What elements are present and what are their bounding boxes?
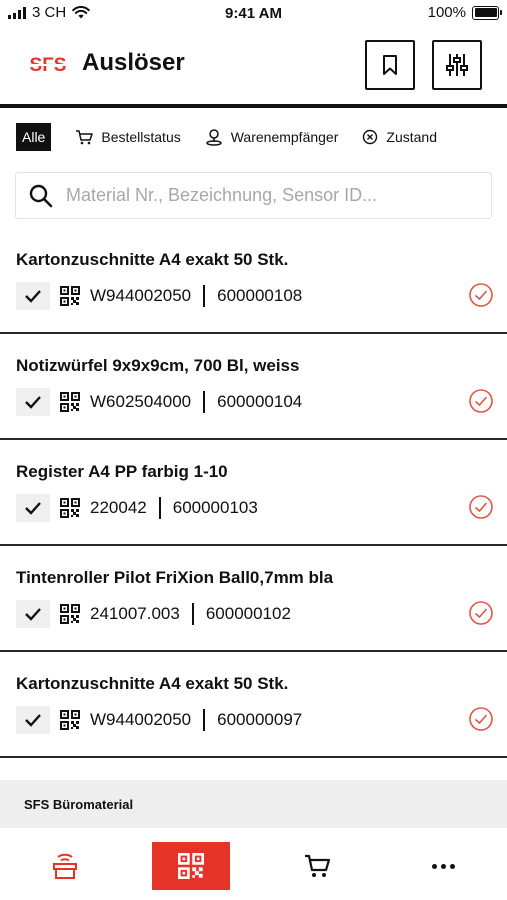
item-material-number: W602504000 — [90, 392, 192, 411]
item-id: 600000108 — [217, 286, 303, 305]
filter-bar: Alle Bestellstatus Warenempfänger Zustan… — [16, 122, 437, 152]
filter-order-status-label: Bestellstatus — [101, 129, 181, 145]
item-meta: 241007.003 600000102 — [16, 600, 291, 628]
checkmark-icon — [16, 388, 50, 416]
filter-button[interactable] — [432, 40, 482, 90]
checkmark-icon — [16, 282, 50, 310]
checkmark-icon — [16, 706, 50, 734]
qr-code-icon — [60, 392, 80, 412]
qr-code-icon — [60, 710, 80, 730]
group-header: SFS Büromaterial — [0, 780, 507, 828]
nav-cart[interactable] — [282, 842, 352, 890]
search-box — [15, 172, 492, 219]
filter-recipient[interactable]: Warenempfänger — [205, 128, 339, 146]
filter-state[interactable]: Zustand — [362, 129, 437, 145]
battery-icon — [472, 5, 502, 20]
item-material-number: 241007.003 — [90, 604, 180, 623]
location-pin-icon — [205, 129, 222, 146]
nav-sensors[interactable] — [30, 842, 100, 890]
separator — [203, 285, 206, 307]
item-meta: W944002050 600000097 — [16, 706, 302, 734]
list-item[interactable]: Tintenroller Pilot FriXion Ball0,7mm bla… — [0, 546, 507, 652]
qr-code-icon — [60, 604, 80, 624]
item-id: 600000103 — [172, 498, 258, 517]
page-title: Auslöser — [82, 49, 185, 76]
sliders-icon — [446, 54, 468, 76]
checkmark-icon — [16, 600, 50, 628]
sensor-box-icon — [53, 853, 77, 879]
nav-scan[interactable] — [152, 842, 230, 890]
item-title: Register A4 PP farbig 1-10 — [16, 462, 228, 481]
item-title: Notizwürfel 9x9x9cm, 700 Bl, weiss — [16, 356, 300, 375]
bookmark-icon — [383, 55, 397, 75]
item-title: Tintenroller Pilot FriXion Ball0,7mm bla — [16, 568, 334, 587]
circle-x-icon — [363, 129, 378, 145]
filter-state-label: Zustand — [386, 129, 437, 145]
item-id: 600000104 — [217, 392, 303, 411]
sfs-logo: SFS — [24, 54, 72, 76]
item-title: Kartonzuschnitte A4 exakt 50 Stk. — [16, 674, 289, 693]
search-icon — [29, 184, 53, 207]
item-material-number: W944002050 — [90, 710, 192, 729]
item-meta: 220042 600000103 — [16, 494, 258, 522]
cart-icon — [305, 854, 331, 877]
nav-more[interactable] — [408, 842, 478, 890]
circle-check-icon — [469, 389, 493, 413]
more-dots-icon — [431, 863, 455, 869]
checkmark-icon — [16, 494, 50, 522]
qr-code-icon — [60, 286, 80, 306]
filter-all-chip[interactable]: Alle — [16, 123, 52, 151]
item-material-number: 220042 — [90, 498, 147, 517]
item-meta: W602504000 600000104 — [16, 388, 302, 416]
item-meta: W944002050 600000108 — [16, 282, 302, 310]
list-item[interactable]: Notizwürfel 9x9x9cm, 700 Bl, weiss W6025… — [0, 334, 507, 440]
separator — [191, 603, 194, 625]
item-title: Kartonzuschnitte A4 exakt 50 Stk. — [16, 250, 289, 269]
battery-percent: 100% — [427, 4, 466, 21]
cart-icon — [76, 130, 94, 145]
status-bar: 3 CH 9:41 AM 100% — [0, 0, 507, 28]
list-item[interactable]: Kartonzuschnitte A4 exakt 50 Stk. W94400… — [0, 652, 507, 758]
circle-check-icon — [469, 495, 493, 519]
bookmark-button[interactable] — [365, 40, 415, 90]
trigger-list: Kartonzuschnitte A4 exakt 50 Stk. W94400… — [0, 228, 507, 758]
item-id: 600000097 — [217, 710, 303, 729]
list-item[interactable]: Kartonzuschnitte A4 exakt 50 Stk. W94400… — [0, 228, 507, 334]
filter-order-status[interactable]: Bestellstatus — [75, 129, 181, 145]
separator — [203, 709, 206, 731]
bottom-nav — [0, 832, 507, 900]
app-header: SFS Auslöser — [0, 28, 507, 106]
qr-code-icon — [60, 498, 80, 518]
separator — [158, 497, 161, 519]
battery-info: 100% — [427, 4, 502, 21]
list-item[interactable]: Register A4 PP farbig 1-10 220042 600000… — [0, 440, 507, 546]
qr-code-icon — [178, 853, 204, 879]
separator — [203, 391, 206, 413]
filter-recipient-label: Warenempfänger — [230, 129, 339, 145]
circle-check-icon — [469, 283, 493, 307]
item-id: 600000102 — [205, 604, 291, 623]
item-material-number: W944002050 — [90, 286, 192, 305]
header-divider — [0, 104, 507, 108]
circle-check-icon — [469, 707, 493, 731]
circle-check-icon — [469, 601, 493, 625]
search-input[interactable] — [66, 185, 476, 206]
